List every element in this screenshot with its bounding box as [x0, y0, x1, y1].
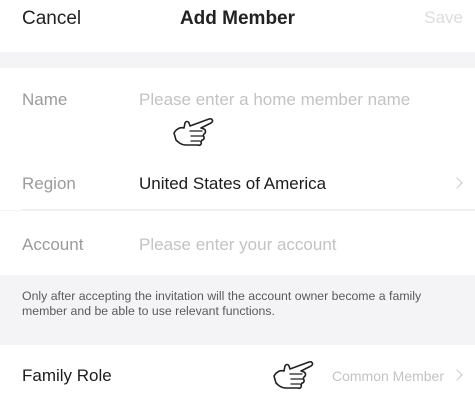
divider [22, 209, 475, 210]
region-value: United States of America [139, 174, 327, 193]
region-label: Region [22, 174, 76, 193]
save-button[interactable]: Save [424, 8, 463, 28]
family-role-value: Common Member [331, 368, 444, 384]
account-label: Account [22, 235, 84, 254]
page-title: Add Member [179, 8, 296, 29]
family-role-row[interactable]: Family Role Common Member [0, 345, 475, 399]
navigation-bar: Cancel Add Member Save [0, 0, 475, 52]
chevron-right-icon [451, 177, 463, 189]
name-input[interactable]: Please enter a home member name [139, 90, 410, 110]
chevron-right-icon [451, 369, 463, 381]
account-row: Account Please enter your account [0, 211, 475, 275]
invitation-note: Only after accepting the invitation will… [22, 289, 422, 318]
region-row[interactable]: Region United States of America [0, 158, 475, 210]
pointing-hand-icon [173, 118, 214, 147]
family-role-label: Family Role [22, 366, 112, 385]
name-label: Name [22, 90, 68, 109]
account-input[interactable]: Please enter your account [139, 235, 337, 255]
pointing-hand-icon [273, 361, 314, 390]
